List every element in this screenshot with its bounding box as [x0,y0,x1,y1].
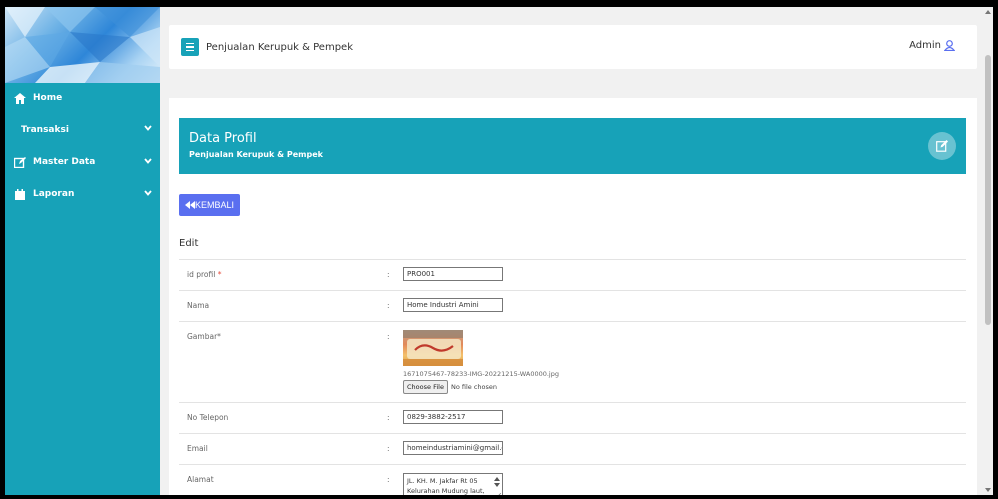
form-section-label: Edit [179,238,199,249]
scroll-down-icon[interactable] [985,488,991,492]
resize-handle-icon[interactable] [496,493,501,495]
current-file-name: 1671075467-78233-IMG-20221215-WA0000.jpg [403,370,559,378]
profile-image [403,330,463,366]
page-subtitle: Penjualan Kerupuk & Pempek [189,150,323,159]
form-row-nama: Nama : Home Industri Amini [179,290,966,321]
scroll-up-icon[interactable] [985,10,991,14]
edit-badge [928,132,956,160]
main-card: Data Profil Penjualan Kerupuk & Pempek K… [169,98,977,495]
choose-file-button[interactable]: Choose File [403,380,448,394]
browser-frame: Home Transaksi Master Data Laporan Penju… [5,7,993,495]
user-name: Admin [909,40,941,51]
app-title: Penjualan Kerupuk & Pempek [206,41,353,53]
sidebar-item-label: Home [33,93,63,103]
sidebar-item-label: Master Data [33,157,96,167]
form-row-id-profil: id profil * : PRO001 [179,259,966,290]
top-navbar: Penjualan Kerupuk & Pempek Admin [169,25,977,69]
back-button-label: KEMBALI [195,200,235,210]
email-input[interactable]: homeindustriamini@gmail.c [403,441,503,455]
chevron-down-icon [144,158,152,164]
edit-icon [13,156,27,168]
nama-input[interactable]: Home Industri Amini [403,298,503,312]
alamat-textarea[interactable]: JL. KH. M. Jakfar Rt 05 Kelurahan Mudung… [403,473,503,495]
sidebar-item-laporan[interactable]: Laporan [5,178,160,210]
field-label: Alamat [187,475,214,484]
field-colon: : [387,332,390,341]
field-colon: : [387,413,390,422]
field-colon: : [387,444,390,453]
scrollbar-thumb[interactable] [985,55,991,325]
id-profil-input[interactable]: PRO001 [403,267,503,281]
sidebar-item-label: Laporan [33,189,75,199]
telepon-input[interactable]: 0829-3882-2517 [403,410,503,424]
file-input[interactable]: Choose File No file chosen [403,380,497,394]
sidebar-item-transaksi[interactable]: Transaksi [5,113,160,146]
edit-icon [936,140,948,152]
home-icon [13,92,27,104]
user-icon [944,40,955,51]
field-colon: : [387,301,390,310]
field-label: No Telepon [187,413,229,422]
backward-icon [185,201,195,209]
form-row-alamat: Alamat : JL. KH. M. Jakfar Rt 05 Kelurah… [179,464,966,495]
page-scrollbar[interactable] [983,7,993,495]
sidebar-item-home[interactable]: Home [5,83,160,113]
field-colon: : [387,270,390,279]
chevron-down-icon [144,125,152,131]
form-row-telepon: No Telepon : 0829-3882-2517 [179,402,966,433]
textarea-scroll-arrows-icon[interactable] [494,477,500,487]
sidebar-logo [5,7,160,83]
field-colon: : [387,475,390,484]
back-button[interactable]: KEMBALI [179,194,241,216]
calendar-icon [13,188,27,200]
form-row-email: Email : homeindustriamini@gmail.c [179,433,966,464]
sidebar-item-master-data[interactable]: Master Data [5,146,160,178]
field-label: Gambar* [187,332,221,341]
user-menu[interactable]: Admin [909,40,955,51]
menu-toggle-button[interactable] [181,38,199,56]
form-row-gambar: Gambar* : 1671075467-78233-IMG-20221215-… [179,321,966,402]
field-label: Email [187,444,208,453]
field-label: id profil * [187,270,222,279]
chevron-down-icon [144,190,152,196]
field-label: Nama [187,301,210,310]
sidebar: Home Transaksi Master Data Laporan [5,7,160,495]
card-header: Data Profil Penjualan Kerupuk & Pempek [179,118,966,174]
sidebar-item-label: Transaksi [21,124,69,135]
file-status: No file chosen [450,383,497,391]
page-title: Data Profil [189,131,257,146]
